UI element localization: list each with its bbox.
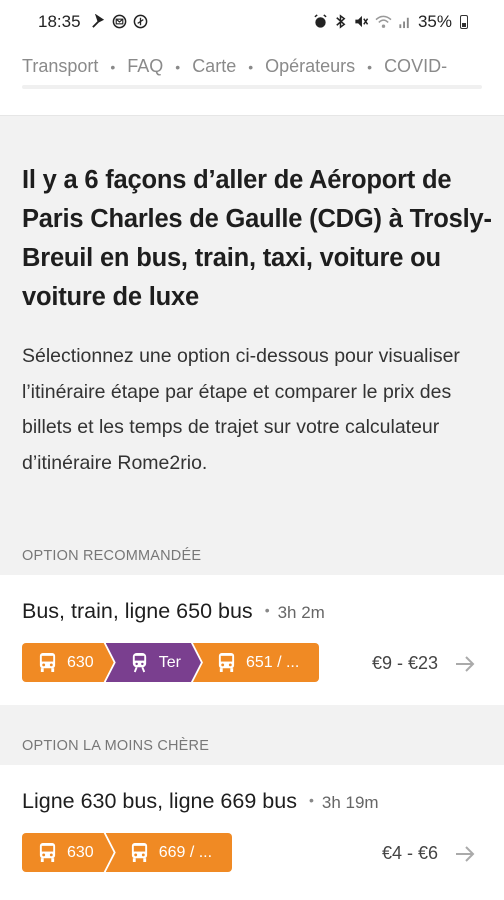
- page-headline: Il y a 6 façons d’aller de Aéroport de P…: [22, 166, 492, 311]
- segment-label: Ter: [158, 653, 181, 671]
- route-segments: 630 669 / ...: [22, 833, 233, 872]
- nav-operateurs[interactable]: Opérateurs: [265, 56, 355, 77]
- clock: 18:35: [38, 12, 81, 31]
- nav-transport[interactable]: Transport: [22, 56, 98, 77]
- signal-tower-icon: [91, 13, 106, 31]
- route-option-cheapest[interactable]: Ligne 630 bus, ligne 669 bus • 3h 19m 630 …: [0, 765, 504, 900]
- segment-bus: 651 / ...: [192, 643, 320, 682]
- price-range: €4 - €6: [381, 843, 438, 863]
- mute-icon: [353, 14, 369, 31]
- route-duration: 3h 2m: [277, 603, 325, 622]
- section-label-cheapest: OPTION LA MOINS CHÈRE: [22, 738, 210, 754]
- nav-separator: •: [367, 58, 373, 75]
- nav-links: Transport • FAQ • Carte • Opérateurs • C…: [22, 56, 447, 77]
- bluetooth-icon: [334, 13, 347, 31]
- nav-carte[interactable]: Carte: [192, 56, 236, 77]
- status-bar: 18:35 35%: [0, 0, 504, 44]
- battery-percentage: 35%: [417, 12, 452, 31]
- wifi-icon: [375, 14, 392, 31]
- segment-bus: 630: [22, 833, 114, 872]
- sync-icon: [133, 14, 148, 31]
- train-icon: [130, 652, 149, 673]
- route-duration: 3h 19m: [321, 793, 379, 812]
- section-label-recommended: OPTION RECOMMANDÉE: [22, 548, 202, 564]
- arrow-right-icon[interactable]: [454, 654, 476, 674]
- top-navigation: Transport • FAQ • Carte • Opérateurs • C…: [0, 44, 504, 116]
- segment-label: 651 / ...: [245, 653, 300, 671]
- route-name: Bus, train, ligne 650 bus: [22, 599, 253, 623]
- nav-separator: •: [175, 58, 181, 75]
- price-range: €9 - €23: [371, 653, 438, 673]
- nav-covid[interactable]: COVID-: [384, 56, 447, 77]
- route-title: Ligne 630 bus, ligne 669 bus • 3h 19m: [22, 789, 379, 814]
- route-name: Ligne 630 bus, ligne 669 bus: [22, 789, 297, 813]
- separator-dot: •: [264, 602, 270, 618]
- segment-label: 630: [67, 843, 94, 861]
- segment-label: 630: [67, 653, 94, 671]
- alarm-icon: [313, 13, 328, 31]
- bus-icon: [38, 652, 57, 673]
- battery-icon: [460, 15, 468, 29]
- bus-icon: [131, 843, 147, 862]
- intro-text: Sélectionnez une option ci-dessous pour …: [22, 345, 460, 474]
- bus-icon: [38, 842, 57, 863]
- nav-separator: •: [248, 58, 254, 75]
- nav-separator: •: [110, 58, 116, 75]
- nav-scroll-track[interactable]: [22, 85, 482, 89]
- segment-bus: 630: [22, 643, 114, 682]
- segment-label: 669 / ...: [158, 843, 213, 861]
- arrow-right-icon[interactable]: [454, 844, 476, 864]
- bus-icon: [218, 653, 235, 672]
- segment-train: Ter: [106, 643, 201, 682]
- cell-signal-icon: [398, 14, 412, 31]
- route-title: Bus, train, ligne 650 bus • 3h 2m: [22, 599, 325, 624]
- segment-bus: 669 / ...: [105, 833, 233, 872]
- separator-dot: •: [308, 792, 314, 808]
- mail-icon: [112, 14, 127, 31]
- nav-fade: [474, 44, 504, 84]
- route-option-recommended[interactable]: Bus, train, ligne 650 bus • 3h 2m 630 Ter …: [0, 575, 504, 705]
- route-segments: 630 Ter 651 / ...: [22, 643, 320, 682]
- nav-faq[interactable]: FAQ: [127, 56, 163, 77]
